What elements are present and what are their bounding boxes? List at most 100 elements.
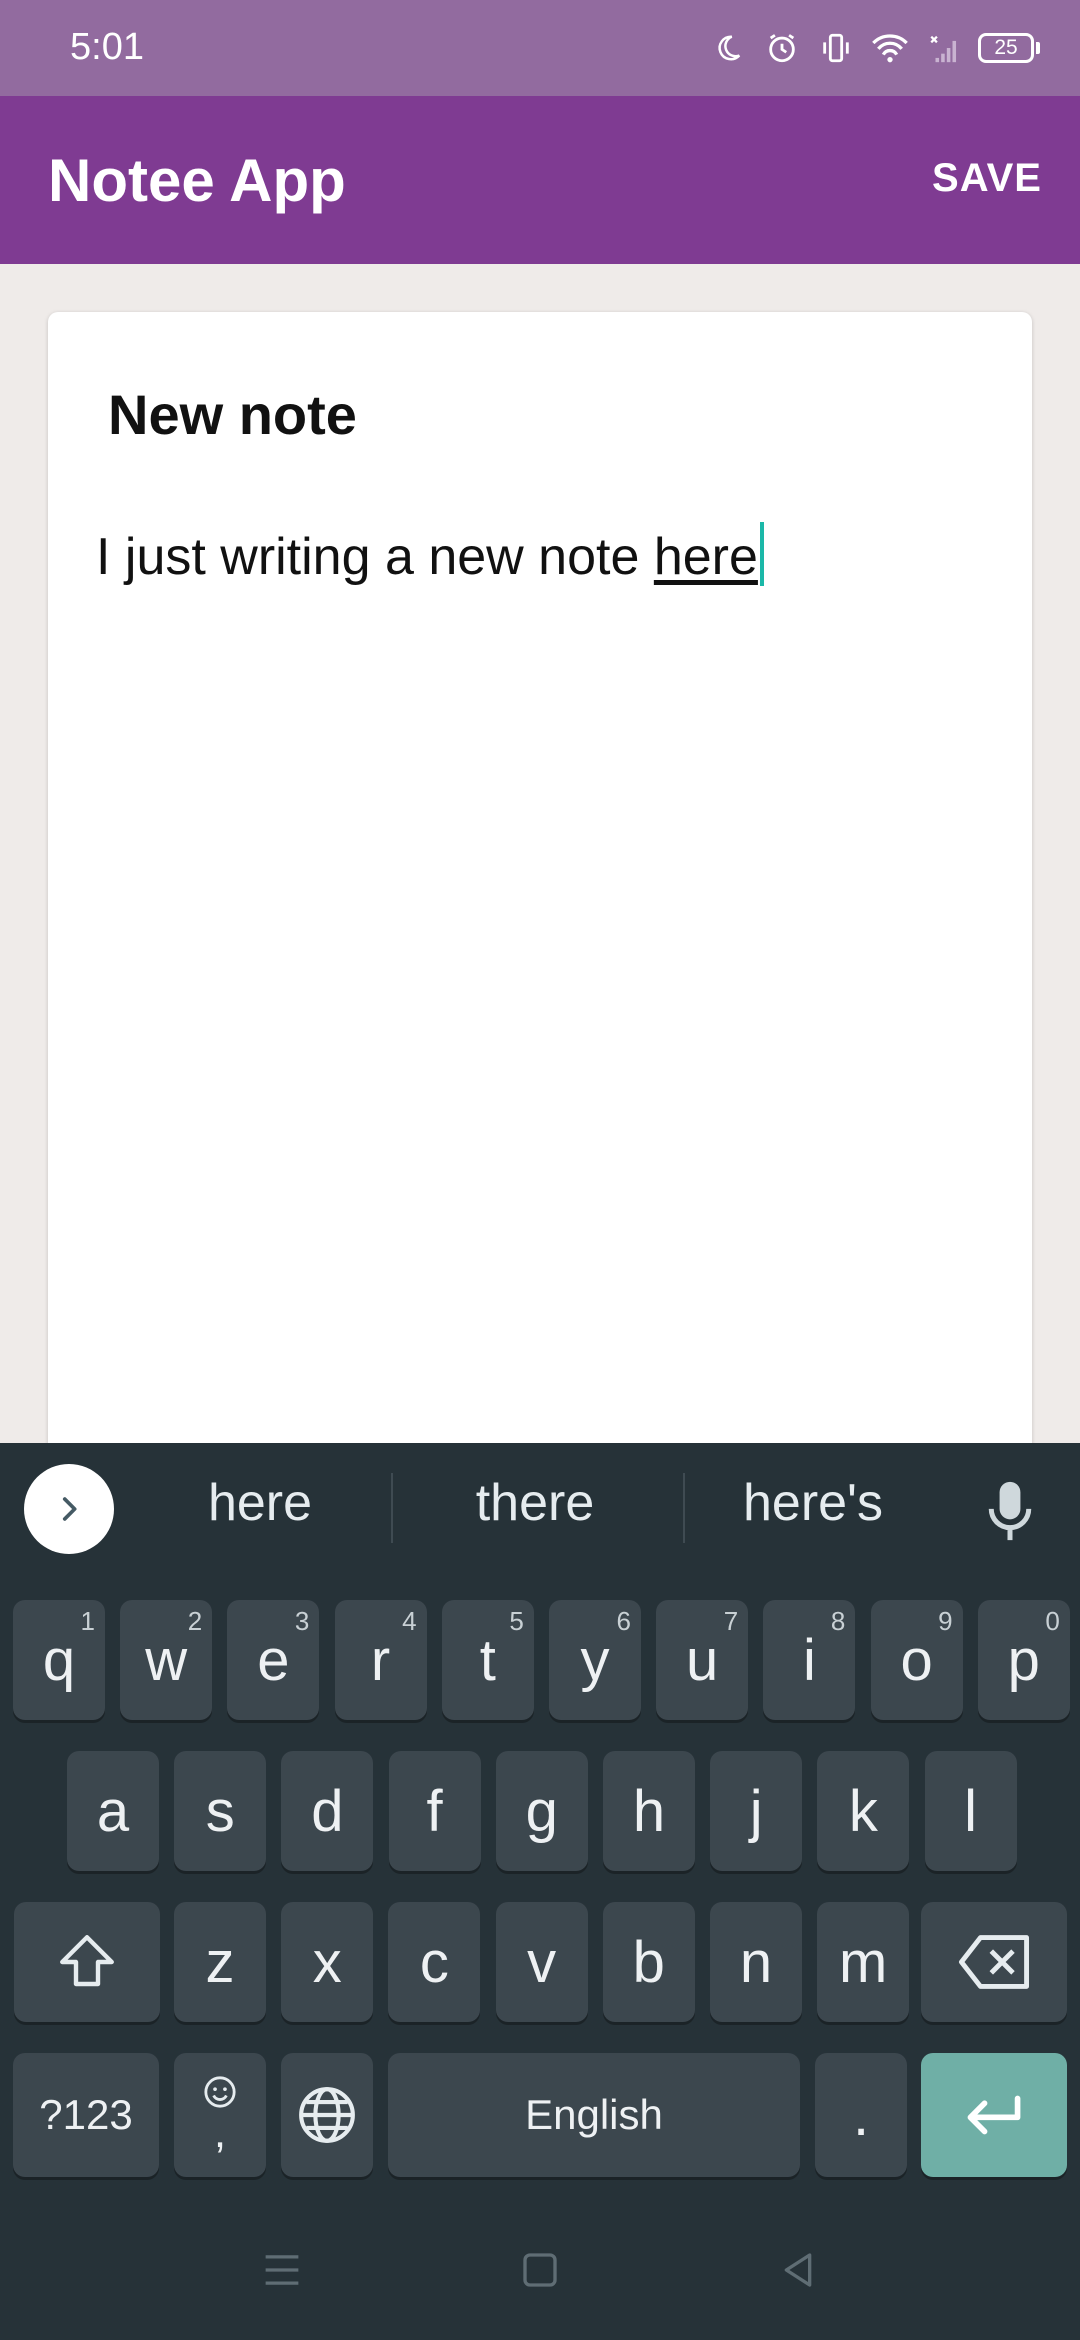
key-e[interactable]: e3	[227, 1600, 320, 1720]
battery-icon: 25	[978, 33, 1040, 63]
key-s[interactable]: s	[174, 1751, 267, 1871]
navigation-bar	[0, 2190, 1080, 2340]
text-cursor	[759, 522, 764, 586]
key-x[interactable]: x	[281, 1902, 374, 2022]
key-q-label: q	[42, 1627, 76, 1693]
key-g-label: g	[525, 1778, 558, 1844]
key-x-label: x	[312, 1929, 342, 1995]
key-y[interactable]: y6	[549, 1600, 641, 1720]
enter-key[interactable]	[921, 2053, 1067, 2177]
key-r[interactable]: r4	[334, 1600, 427, 1720]
backspace-key[interactable]	[921, 1902, 1067, 2022]
key-o-label: o	[900, 1627, 933, 1693]
home-icon[interactable]	[520, 2250, 560, 2290]
symbols-key-label: ?123	[39, 2091, 133, 2138]
backspace-icon	[958, 1935, 1030, 1989]
key-m[interactable]: m	[817, 1902, 910, 2022]
app-title: Notee App	[48, 147, 346, 214]
note-body-composing-word: here	[653, 528, 758, 586]
keyboard-expand-button[interactable]	[24, 1464, 114, 1554]
note-body-text: I just writing a new note	[96, 528, 654, 586]
key-b[interactable]: b	[602, 1902, 695, 2022]
battery-level: 25	[978, 33, 1034, 63]
key-p[interactable]: p0	[977, 1600, 1070, 1720]
app-bar: Notee App SAVE	[0, 96, 1080, 264]
key-d[interactable]: d	[281, 1751, 374, 1871]
key-z[interactable]: z	[174, 1902, 266, 2022]
key-t[interactable]: t5	[441, 1600, 534, 1720]
key-i[interactable]: i8	[763, 1600, 856, 1720]
key-s-label: s	[205, 1778, 235, 1844]
suggestion-1[interactable]: here	[130, 1473, 390, 1533]
note-title-field[interactable]: New note	[108, 382, 357, 447]
key-q-hint: 1	[80, 1606, 95, 1636]
key-n[interactable]: n	[710, 1902, 802, 2022]
key-o-hint: 9	[938, 1606, 953, 1636]
space-key-label: English	[525, 2091, 663, 2138]
status-icons: 25	[708, 28, 1040, 68]
language-key[interactable]	[281, 2053, 373, 2177]
key-c-label: c	[419, 1929, 449, 1995]
key-u[interactable]: u7	[656, 1600, 749, 1720]
key-l-label: l	[964, 1778, 978, 1844]
key-p-hint: 0	[1045, 1606, 1060, 1636]
key-v[interactable]: v	[495, 1902, 588, 2022]
note-card: New note I just writing a new note here	[48, 312, 1032, 1512]
enter-icon	[967, 2095, 1021, 2135]
shift-icon	[60, 1935, 114, 1987]
symbols-key[interactable]: ?123	[13, 2053, 159, 2177]
key-l[interactable]: l	[924, 1751, 1017, 1871]
suggestion-2[interactable]: there	[405, 1473, 665, 1533]
key-w-label: w	[145, 1627, 188, 1693]
key-r-hint: 4	[402, 1606, 417, 1636]
signal-icon	[924, 28, 964, 68]
key-i-hint: 8	[830, 1606, 846, 1636]
key-h[interactable]: h	[603, 1751, 695, 1871]
comma-label: ,	[213, 2108, 227, 2157]
key-e-label: e	[257, 1627, 290, 1693]
key-n-label: n	[739, 1929, 773, 1995]
key-f-label: f	[426, 1778, 443, 1844]
chevron-right-icon	[62, 1497, 77, 1521]
key-f[interactable]: f	[388, 1751, 481, 1871]
back-icon[interactable]	[778, 2250, 818, 2290]
key-t-label: t	[479, 1627, 496, 1693]
key-o[interactable]: o9	[870, 1600, 963, 1720]
vibrate-icon	[816, 28, 856, 68]
key-w[interactable]: w2	[120, 1600, 213, 1720]
note-body-field[interactable]: I just writing a new note here	[96, 522, 764, 587]
key-y-label: y	[580, 1627, 610, 1693]
menu-icon[interactable]	[262, 2252, 302, 2288]
key-g[interactable]: g	[495, 1751, 588, 1871]
key-v-label: v	[527, 1929, 557, 1995]
key-w-hint: 2	[187, 1606, 203, 1636]
globe-icon	[299, 2087, 355, 2143]
key-i-label: i	[802, 1627, 816, 1693]
key-r-label: r	[370, 1627, 391, 1693]
suggestion-3[interactable]: here's	[683, 1473, 943, 1533]
emoji-comma-key[interactable]: ,	[174, 2053, 266, 2177]
key-y-hint: 6	[616, 1606, 631, 1636]
period-key-label: .	[852, 2082, 870, 2148]
key-a[interactable]: a	[67, 1751, 159, 1871]
key-b-label: b	[632, 1929, 665, 1995]
save-button[interactable]: SAVE	[932, 156, 1042, 201]
period-key[interactable]: .	[815, 2053, 907, 2177]
status-bar: 5:01 25	[0, 0, 1080, 96]
wifi-icon	[870, 28, 910, 68]
microphone-icon[interactable]	[985, 1479, 1035, 1543]
emoji-icon	[204, 2076, 236, 2108]
key-j[interactable]: j	[710, 1751, 803, 1871]
moon-icon	[708, 28, 748, 68]
key-k[interactable]: k	[817, 1751, 910, 1871]
key-c[interactable]: c	[388, 1902, 481, 2022]
key-p-label: p	[1007, 1627, 1040, 1693]
status-time: 5:01	[70, 26, 144, 68]
key-t-hint: 5	[509, 1606, 524, 1636]
key-z-label: z	[205, 1929, 235, 1995]
alarm-icon	[762, 28, 802, 68]
key-q[interactable]: q1	[13, 1600, 105, 1720]
shift-key[interactable]	[14, 1902, 160, 2022]
key-k-label: k	[848, 1778, 878, 1844]
space-key[interactable]: English	[388, 2053, 800, 2177]
